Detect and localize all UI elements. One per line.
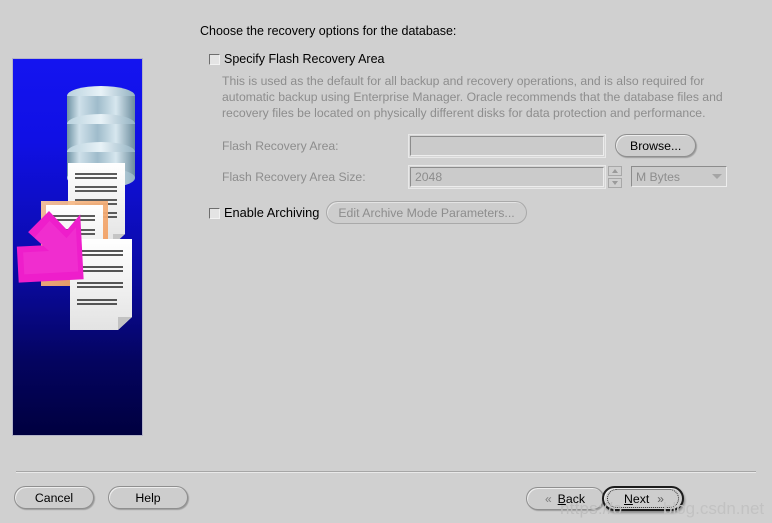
flash-recovery-fields: Flash Recovery Area: Browse... Flash Rec… [200, 133, 756, 189]
cancel-button[interactable]: Cancel [14, 486, 94, 509]
double-chevron-left-icon: « [544, 491, 552, 506]
dialog-content: Choose the recovery options for the data… [200, 24, 756, 224]
watermark-text-tail: blog.csdn.net [663, 499, 765, 518]
size-unit-value: M Bytes [636, 169, 681, 184]
flash-recovery-area-input[interactable] [410, 135, 604, 156]
flash-recovery-area-label: Flash Recovery Area: [222, 138, 339, 153]
flash-recovery-size-stepper[interactable] [608, 165, 622, 188]
back-button-label: Back [557, 491, 586, 506]
database-documents-graphic [16, 86, 135, 330]
enable-archiving-checkbox[interactable] [209, 208, 220, 219]
footer-divider [16, 471, 756, 473]
flash-recovery-size-input[interactable]: 2048 [410, 166, 604, 187]
help-button[interactable]: Help [108, 486, 188, 509]
specify-flash-recovery-area-checkbox-row[interactable]: Specify Flash Recovery Area [209, 52, 756, 66]
page-title: Choose the recovery options for the data… [200, 24, 457, 38]
enable-archiving-label: Enable Archiving [224, 205, 320, 220]
next-button-label: Next [624, 491, 650, 506]
flash-recovery-description: This is used as the default for all back… [222, 74, 723, 120]
flash-recovery-size-row: Flash Recovery Area Size: 2048 M Bytes [200, 164, 756, 189]
size-unit-select[interactable]: M Bytes [631, 166, 727, 187]
flash-recovery-area-row: Flash Recovery Area: Browse... [200, 133, 756, 158]
dialog-button-bar: Cancel Help « Back Next » [0, 486, 772, 516]
triangle-up-icon [612, 168, 618, 173]
browse-button[interactable]: Browse... [615, 134, 697, 157]
double-chevron-right-icon: » [657, 491, 664, 506]
flash-recovery-size-label: Flash Recovery Area Size: [222, 169, 366, 184]
specify-flash-recovery-area-label: Specify Flash Recovery Area [224, 52, 385, 66]
enable-archiving-row[interactable]: Enable Archiving Edit Archive Mode Param… [209, 201, 756, 224]
stepper-up-button[interactable] [608, 165, 622, 176]
edit-archive-mode-parameters-button[interactable]: Edit Archive Mode Parameters... [326, 201, 527, 224]
illustration-panel [12, 58, 143, 436]
chevron-down-icon [712, 174, 722, 179]
triangle-down-icon [612, 180, 618, 185]
specify-flash-recovery-area-checkbox[interactable] [209, 54, 220, 65]
stepper-down-button[interactable] [608, 177, 622, 188]
